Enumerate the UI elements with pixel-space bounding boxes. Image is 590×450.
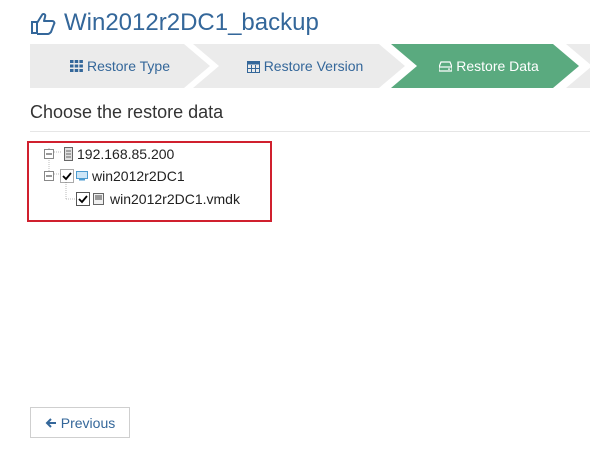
- section-heading: Choose the restore data: [30, 102, 224, 122]
- thumbs-up-icon: [30, 10, 56, 36]
- page-title: Win2012r2DC1_backup: [64, 9, 319, 36]
- calendar-icon: [246, 60, 260, 73]
- step-restore-version-label: Restore Version: [263, 58, 364, 74]
- previous-button[interactable]: Previous: [30, 407, 130, 438]
- wizard-steps: Restore Type Restore Version Restore Dat…: [0, 44, 590, 88]
- step-restore-type-label: Restore Type: [86, 58, 170, 74]
- step-restore-data[interactable]: Restore Data: [391, 44, 579, 88]
- previous-button-label: Previous: [60, 414, 116, 431]
- grid-icon: [69, 60, 83, 72]
- step-restore-type[interactable]: Restore Type: [30, 44, 210, 88]
- step-restore-version[interactable]: Restore Version: [193, 44, 405, 88]
- highlight-box: [27, 141, 272, 222]
- step-next-partial: [566, 44, 590, 88]
- divider: [30, 131, 590, 132]
- drive-icon: [439, 60, 453, 72]
- arrow-left-icon: [45, 417, 57, 429]
- step-restore-data-label: Restore Data: [456, 58, 539, 74]
- page-title-container: Win2012r2DC1_backup: [30, 8, 319, 38]
